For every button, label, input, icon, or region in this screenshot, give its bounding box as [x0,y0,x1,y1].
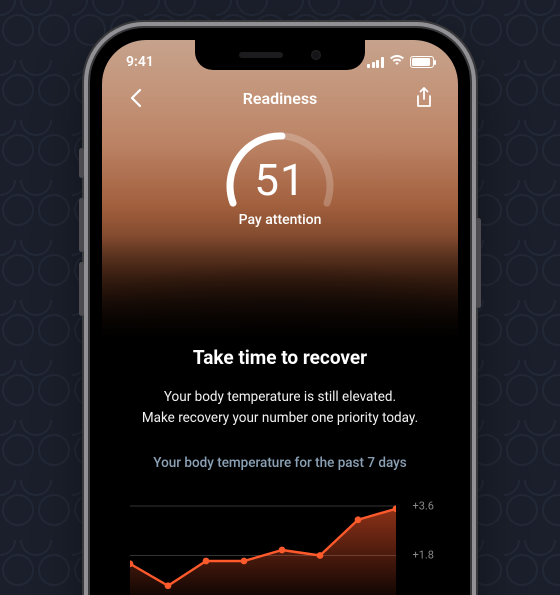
section-description: Your body temperature is still elevated.… [124,387,436,429]
cellular-signal-icon [367,57,384,68]
y-tick-label: +1.8 [412,549,434,562]
y-tick-label: +3.6 [412,499,434,512]
battery-icon [410,56,434,68]
y-axis-labels: +3.6 +1.8 0.0 [400,489,434,595]
data-point [317,552,324,559]
data-point [279,546,286,553]
share-icon [415,87,433,109]
chevron-left-icon [129,88,143,108]
section-heading: Take time to recover [124,346,436,369]
hero-section: 9:41 Readiness [102,40,458,340]
readiness-gauge: 51 Pay attention [102,116,458,228]
power-button [476,218,481,308]
data-point [165,582,172,589]
body-section: Take time to recover Your body temperatu… [102,346,458,595]
desc-line-2: Make recovery your number one priority t… [142,410,418,426]
desc-line-1: Your body temperature is still elevated. [164,389,396,405]
status-indicators [367,54,434,70]
share-button[interactable] [410,84,438,112]
volume-up [79,198,84,252]
data-point [241,557,248,564]
chart-title: Your body temperature for the past 7 day… [124,455,436,471]
phone-frame: 9:41 Readiness [90,28,470,595]
line-chart [130,495,396,595]
status-time: 9:41 [126,54,154,70]
wifi-icon [389,54,405,70]
screen: 9:41 Readiness [102,40,458,595]
back-button[interactable] [122,84,150,112]
data-point [203,557,210,564]
body-temp-chart: +3.6 +1.8 0.0 [124,489,436,595]
status-bar: 9:41 [102,40,458,70]
readiness-score: 51 [210,154,350,206]
volume-down [79,262,84,316]
mute-switch [79,148,84,178]
page-title: Readiness [243,89,318,108]
data-point [355,516,362,523]
nav-bar: Readiness [102,70,458,112]
